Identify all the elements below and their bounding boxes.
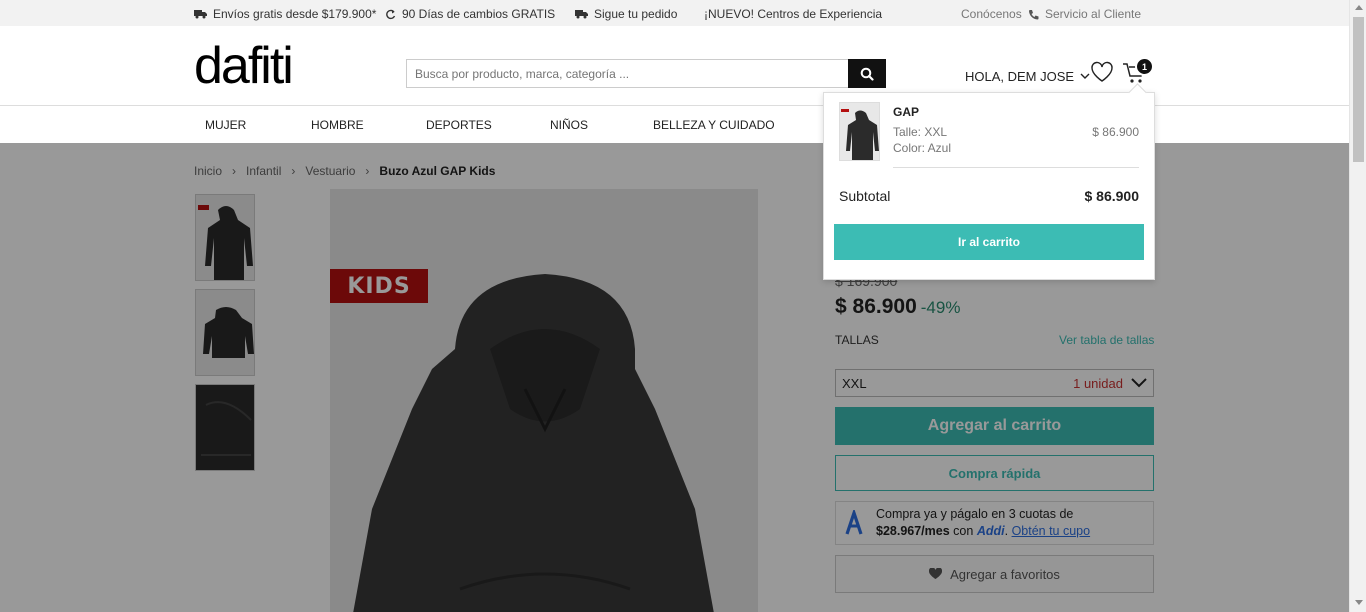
- hoodie-back-image: [196, 290, 254, 375]
- breadcrumb-current: Buzo Azul GAP Kids: [379, 164, 496, 178]
- addi-dot: .: [1004, 524, 1009, 538]
- selected-size: XXL: [842, 375, 867, 391]
- breadcrumb: Inicio › Infantil › Vestuario › Buzo Azu…: [194, 164, 495, 178]
- breadcrumb-item[interactable]: Inicio: [194, 164, 222, 178]
- addi-amount: $28.967/mes: [876, 524, 950, 538]
- nav-item-ninos[interactable]: NIÑOS: [550, 118, 588, 132]
- truck-icon: [575, 10, 588, 19]
- customer-service-link[interactable]: Servicio al Cliente: [1028, 7, 1141, 21]
- experience-text: ¡NUEVO! Centros de Experiencia: [704, 7, 883, 21]
- about-link[interactable]: Conócenos: [961, 7, 1022, 21]
- chevron-right-icon: ›: [365, 164, 370, 178]
- cart-count-badge: 1: [1135, 57, 1154, 76]
- track-text: Sigue tu pedido: [594, 7, 678, 21]
- hoodie-detail-image: [196, 385, 254, 470]
- favorites-text: Agregar a favoritos: [950, 566, 1060, 582]
- product-thumbnail[interactable]: [195, 194, 255, 281]
- wishlist-button[interactable]: [1090, 61, 1114, 88]
- chevron-down-icon: [1080, 73, 1090, 79]
- breadcrumb-item[interactable]: Infantil: [246, 164, 281, 178]
- nav-item-belleza[interactable]: BELLEZA Y CUIDADO: [653, 118, 775, 132]
- product-thumbnail[interactable]: [195, 289, 255, 376]
- addi-brand: Addi: [976, 524, 1005, 538]
- cart-item-color: Color: Azul: [893, 141, 952, 155]
- quick-buy-button[interactable]: Compra rápida: [835, 455, 1154, 491]
- page-scrollbar[interactable]: [1349, 0, 1366, 612]
- heart-icon: [1091, 61, 1113, 82]
- greeting-text: HOLA, DEM JOSE: [965, 69, 1075, 84]
- chevron-down-icon: [1131, 378, 1147, 388]
- scrollbar-thumb[interactable]: [1353, 17, 1364, 162]
- cart-item-price: $ 86.900: [1092, 125, 1139, 139]
- price-block: $ 86.900 -49%: [835, 295, 960, 319]
- subtotal-value: $ 86.900: [1084, 188, 1140, 204]
- hoodie-front-image: [196, 195, 254, 280]
- addi-con: con: [953, 524, 974, 538]
- product-main-image[interactable]: KIDS: [330, 189, 758, 612]
- dafiti-logo[interactable]: dafiti: [194, 40, 294, 92]
- cart-item-thumbnail[interactable]: [839, 102, 880, 161]
- hoodie-image: [330, 189, 758, 612]
- divider: [893, 167, 1139, 168]
- add-to-cart-button[interactable]: Agregar al carrito: [835, 407, 1154, 445]
- stock-text: 1 unidad: [1073, 375, 1123, 391]
- account-menu[interactable]: HOLA, DEM JOSE: [965, 69, 1090, 84]
- nav-item-hombre[interactable]: HOMBRE: [311, 118, 364, 132]
- size-chart-link[interactable]: Ver tabla de tallas: [1059, 333, 1154, 347]
- cart-item-brand: GAP: [893, 105, 920, 119]
- search-button[interactable]: [848, 59, 886, 88]
- breadcrumb-item[interactable]: Vestuario: [305, 164, 355, 178]
- returns-info[interactable]: 90 Días de cambios GRATIS: [385, 7, 555, 21]
- scroll-up-arrow-icon[interactable]: [1355, 5, 1363, 10]
- scroll-down-arrow-icon[interactable]: [1355, 600, 1363, 605]
- hoodie-thumb-image: [840, 103, 879, 160]
- nav-item-deportes[interactable]: DEPORTES: [426, 118, 492, 132]
- heart-icon: [929, 568, 943, 579]
- add-to-favorites-button[interactable]: Agregar a favoritos: [835, 555, 1154, 593]
- go-to-cart-button[interactable]: Ir al carrito: [834, 224, 1144, 260]
- track-order-link[interactable]: Sigue tu pedido: [575, 7, 677, 21]
- addi-line2: $28.967/mes con Addi. Obtén tu cupo: [876, 523, 1145, 540]
- refresh-icon: [386, 9, 396, 19]
- experience-link[interactable]: ¡NUEVO! Centros de Experiencia: [704, 7, 882, 21]
- discount-badge: -49%: [920, 298, 961, 317]
- shipping-info[interactable]: Envíos gratis desde $179.900*: [194, 7, 376, 21]
- addi-financing-box: Compra ya y págalo en 3 cuotas de $28.96…: [835, 501, 1154, 545]
- addi-logo-icon: [845, 510, 863, 535]
- returns-text: 90 Días de cambios GRATIS: [402, 7, 556, 21]
- subtotal-label: Subtotal: [839, 188, 891, 204]
- search-icon: [860, 67, 874, 81]
- chevron-right-icon: ›: [232, 164, 237, 178]
- sizes-label: TALLAS: [835, 333, 879, 347]
- cart-item-size: Talle: XXL: [893, 125, 948, 139]
- size-select[interactable]: XXL 1 unidad: [835, 369, 1154, 397]
- product-thumbnail[interactable]: [195, 384, 255, 471]
- current-price: $ 86.900: [835, 295, 917, 318]
- mini-cart-dropdown: GAP Talle: XXL Color: Azul $ 86.900 Subt…: [823, 92, 1155, 280]
- nav-item-mujer[interactable]: MUJER: [205, 118, 246, 132]
- chevron-right-icon: ›: [291, 164, 296, 178]
- addi-cupo-link[interactable]: Obtén tu cupo: [1012, 524, 1091, 538]
- phone-icon: [1029, 9, 1039, 19]
- addi-line1: Compra ya y págalo en 3 cuotas de: [876, 507, 1074, 521]
- shipping-text: Envíos gratis desde $179.900*: [213, 7, 377, 21]
- about-text: Conócenos: [961, 7, 1022, 21]
- service-text: Servicio al Cliente: [1045, 7, 1142, 21]
- top-bar: Envíos gratis desde $179.900* 90 Días de…: [0, 0, 1349, 26]
- truck-icon: [194, 10, 207, 19]
- search-input[interactable]: [407, 60, 848, 87]
- search-bar: [406, 59, 886, 88]
- kids-badge: KIDS: [330, 269, 428, 303]
